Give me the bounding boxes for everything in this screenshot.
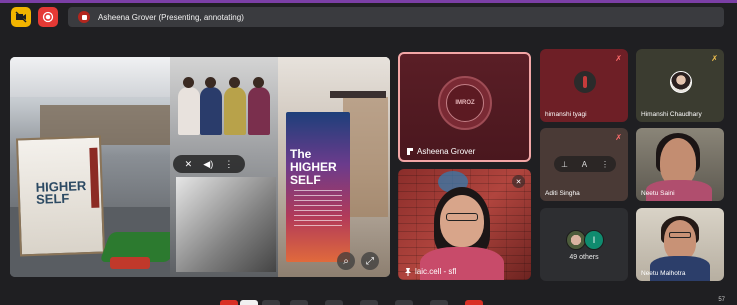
participant-tile-asheena[interactable]: IMROZ Asheena Grover — [398, 52, 531, 162]
mic-off-icon: ✕ — [512, 175, 525, 188]
participant-name: himanshi tyagi — [545, 111, 587, 118]
poster-title-left: HIGHER SELF — [35, 178, 87, 207]
avatar — [566, 230, 586, 250]
participant-tile-neetu-saini[interactable]: Neetu Saini — [636, 128, 724, 201]
zoom-icon[interactable]: ⌕ — [337, 252, 355, 270]
raise-hand-button[interactable] — [395, 300, 413, 305]
present-icon — [78, 11, 90, 23]
leave-button[interactable] — [220, 300, 238, 305]
pin-icon[interactable]: ⊥ — [561, 160, 568, 169]
tile-controls[interactable]: ⊥ A ⋮ — [554, 156, 616, 172]
mic-off-icon: ✗ — [615, 133, 622, 142]
top-accent-line — [0, 0, 737, 3]
avatar — [670, 71, 692, 93]
presentation-area[interactable]: HIGHER SELF The HIGHER SELF ✕ ◀) ⋮ ⌕ ⤢ — [10, 57, 390, 277]
presenting-banner[interactable]: Asheena Grover (Presenting, annotating) — [68, 7, 724, 27]
participant-name: Neetu Saini — [641, 190, 675, 197]
presenting-icon — [407, 148, 413, 155]
poster-right: The HIGHER SELF — [286, 112, 350, 262]
camera-button[interactable] — [262, 300, 280, 305]
participant-tile-himanshi-tyagi[interactable]: ✗ himanshi tyagi — [540, 49, 628, 122]
zoom-controls: ⌕ ⤢ — [337, 252, 379, 270]
participant-tile-aditi[interactable]: ✗ ⊥ A ⋮ Aditi Singha — [540, 128, 628, 201]
more-icon[interactable]: ⋮ — [224, 159, 233, 170]
presentation-photo-right: The HIGHER SELF — [278, 57, 390, 277]
participant-tile-laic[interactable]: ✕ laic.cell - sfl — [398, 169, 531, 280]
record-icon[interactable] — [38, 7, 58, 27]
participant-tile-neetu-malhotra[interactable]: Neetu Malhotra — [636, 208, 724, 281]
avatar: IMROZ — [438, 76, 492, 130]
mic-off-icon[interactable]: ✕ — [185, 159, 193, 170]
participant-name: Aditi Singha — [545, 190, 580, 197]
participant-name: Neetu Malhotra — [641, 270, 686, 277]
participant-tile-himanshi-chaudhary[interactable]: ✗ Himanshi Chaudhary — [636, 49, 724, 122]
avatar — [574, 71, 596, 93]
participant-name: laic.cell - sfl — [415, 267, 457, 276]
top-bar: Asheena Grover (Presenting, annotating) — [0, 0, 737, 36]
participant-name: Asheena Grover — [417, 147, 476, 156]
mic-off-icon: ✗ — [615, 54, 622, 63]
tile-controls[interactable]: ✕ ◀) ⋮ — [173, 155, 245, 173]
mic-button[interactable] — [240, 300, 258, 305]
captions-icon[interactable]: A — [582, 160, 587, 169]
mic-off-icon: ✗ — [711, 54, 718, 63]
fullscreen-icon[interactable]: ⤢ — [361, 252, 379, 270]
participant-count: 57 — [718, 297, 725, 303]
end-call-button[interactable] — [465, 300, 483, 305]
captions-button[interactable] — [290, 300, 308, 305]
participant-name: Himanshi Chaudhary — [641, 111, 702, 118]
volume-icon[interactable]: ◀) — [203, 159, 213, 170]
others-count: 49 others — [569, 254, 599, 261]
camera-off-icon[interactable] — [11, 7, 31, 27]
poster-title-right: The HIGHER SELF — [290, 147, 337, 187]
pin-icon — [405, 268, 411, 276]
group-photo — [178, 75, 273, 135]
participant-tile-others[interactable]: I 49 others — [540, 208, 628, 281]
poster-left: HIGHER SELF — [15, 135, 106, 257]
reactions-button[interactable] — [325, 300, 343, 305]
avatar-text: IMROZ — [446, 84, 484, 122]
presenting-label: Asheena Grover (Presenting, annotating) — [98, 12, 244, 22]
present-button[interactable] — [360, 300, 378, 305]
more-options-button[interactable] — [430, 300, 448, 305]
avatar-letter: I — [584, 230, 604, 250]
more-icon[interactable]: ⋮ — [601, 160, 609, 169]
